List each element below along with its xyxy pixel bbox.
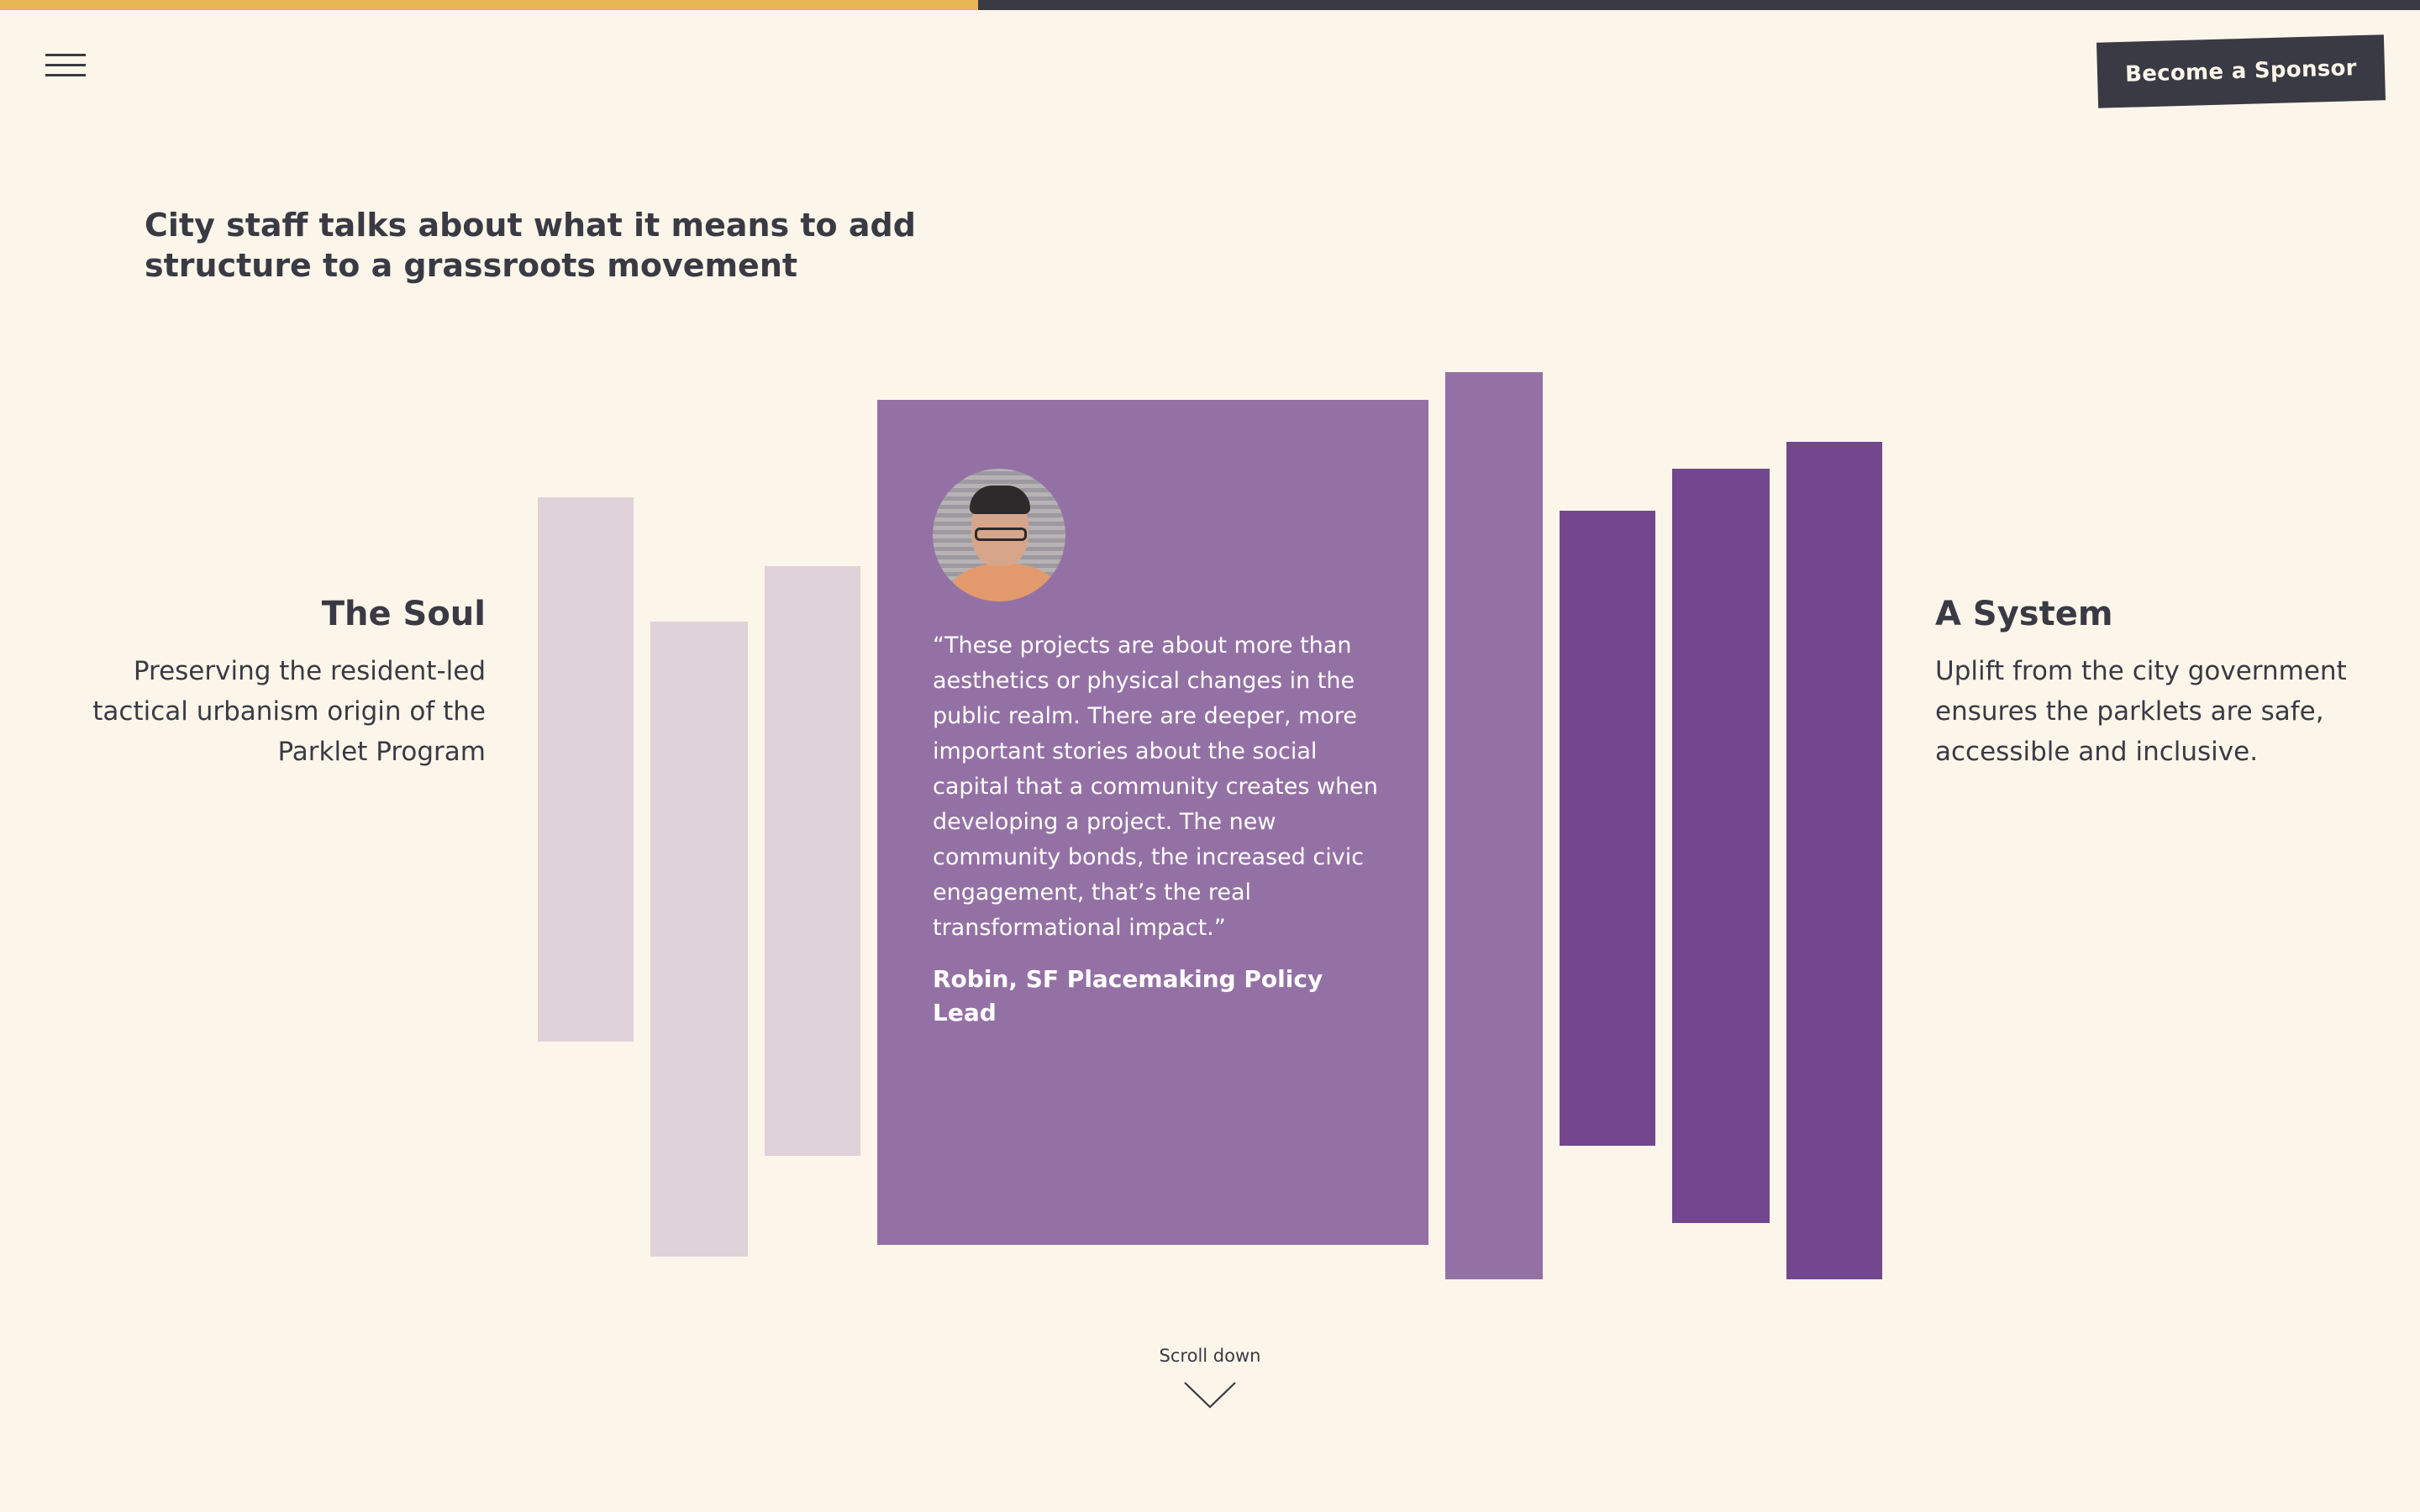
quote-author: Robin, SF Placemaking Policy Lead <box>933 965 1323 1026</box>
hamburger-menu-icon[interactable] <box>45 52 86 79</box>
scroll-progress-track <box>0 0 2420 10</box>
decorative-bar-dark-2 <box>1672 469 1770 1223</box>
decorative-bar-light-2 <box>650 622 748 1257</box>
soul-title: The Soul <box>321 595 486 633</box>
quote-text: “These projects are about more than aest… <box>933 633 1378 941</box>
system-title: A System <box>1935 595 2113 633</box>
scroll-down-control[interactable]: Scroll down <box>1126 1341 1294 1410</box>
avatar-hair <box>970 486 1030 514</box>
scroll-progress-fill <box>0 0 978 10</box>
quote-card: “These projects are about more than aest… <box>877 400 1428 1245</box>
avatar <box>933 469 1065 601</box>
become-sponsor-button[interactable]: Become a Sponsor <box>2096 34 2386 108</box>
menu-line <box>45 64 86 66</box>
menu-line <box>45 54 86 56</box>
decorative-bar-dark-3 <box>1786 442 1882 1279</box>
decorative-bar-light-1 <box>538 497 634 1042</box>
avatar-glasses <box>975 528 1027 541</box>
soul-description: Preserving the resident-led tactical urb… <box>92 656 486 767</box>
decorative-bar-dark-1 <box>1560 511 1655 1146</box>
menu-line <box>45 74 86 76</box>
decorative-bar-mid <box>1445 372 1543 1279</box>
page-headline: City staff talks about what it means to … <box>145 207 916 284</box>
chevron-down-icon <box>1184 1382 1236 1409</box>
scroll-down-label: Scroll down <box>1159 1346 1261 1366</box>
decorative-bar-light-3 <box>765 566 860 1156</box>
avatar-shirt <box>950 563 1059 601</box>
system-description: Uplift from the city government ensures … <box>1935 656 2347 767</box>
